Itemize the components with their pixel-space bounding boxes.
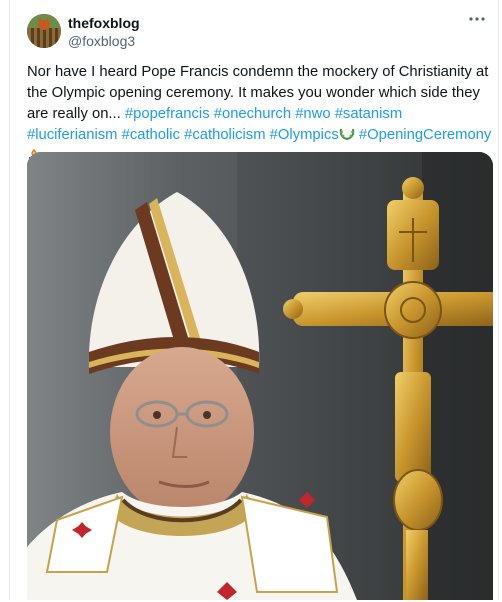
user-info: thefoxblog @foxblog3: [68, 14, 140, 50]
tweet-photo[interactable]: [27, 152, 493, 600]
hashtag-olympics[interactable]: #Olympics: [270, 127, 339, 143]
hashtag-catholicism[interactable]: #catholicism: [184, 127, 265, 143]
laurel-wreath-icon: [339, 125, 355, 148]
display-name[interactable]: thefoxblog: [68, 14, 140, 32]
hashtag-catholic[interactable]: #catholic: [122, 127, 180, 143]
more-options-icon[interactable]: [468, 10, 486, 33]
avatar[interactable]: [27, 14, 61, 48]
hashtag-satanism[interactable]: #satanism: [335, 106, 402, 122]
hashtag-openingceremony[interactable]: #OpeningCeremony: [359, 127, 491, 143]
tweet-card: thefoxblog @foxblog3 Nor have I heard Po…: [9, 0, 499, 600]
hashtag-popefrancis[interactable]: #popefrancis: [125, 106, 210, 122]
hashtag-onechurch[interactable]: #onechurch: [214, 106, 291, 122]
hashtag-nwo[interactable]: #nwo: [295, 106, 330, 122]
hashtag-luciferianism[interactable]: #luciferianism: [27, 127, 117, 143]
user-handle[interactable]: @foxblog3: [68, 32, 140, 50]
